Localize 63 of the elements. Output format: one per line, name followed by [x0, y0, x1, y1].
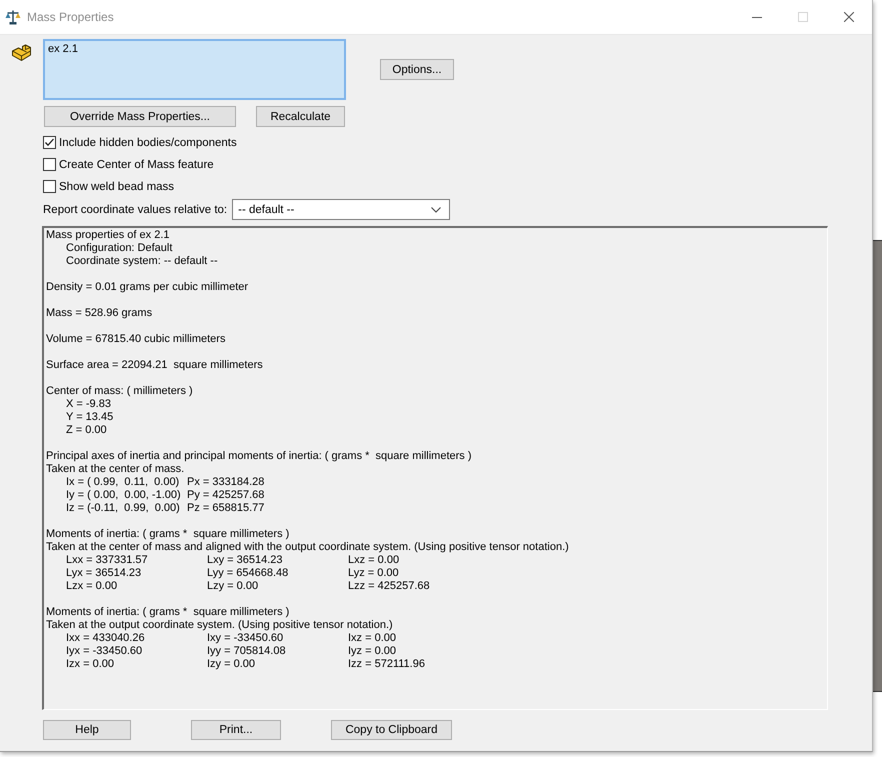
checkbox-label[interactable]: Show weld bead mass: [59, 180, 174, 192]
report-value: Izz = 572111.96: [348, 658, 425, 670]
options-button[interactable]: Options...: [380, 59, 454, 80]
report-value: Lxx = 337331.57: [66, 554, 148, 566]
maximize-icon: [798, 12, 808, 22]
selection-list-box[interactable]: ex 2.1: [43, 39, 346, 100]
report-line: Taken at the center of mass and aligned with the output coordinate system. (Using positive tensor notation.): [46, 541, 569, 554]
report-line: Center of mass: ( millimeters ): [46, 385, 193, 398]
report-line: Mass properties of ex 2.1: [46, 229, 170, 242]
report-line: Density = 0.01 grams per cubic millimeter: [46, 281, 248, 294]
report-value: Iyy = 705814.08: [207, 645, 286, 657]
block-icon: [12, 44, 31, 62]
checkbox[interactable]: [43, 136, 56, 149]
report-line: Z = 0.00: [66, 424, 107, 437]
report-value: Lyz = 0.00: [348, 567, 399, 579]
report-value: Px = 333184.28: [187, 476, 264, 488]
coordinate-dropdown[interactable]: -- default --: [232, 199, 450, 220]
report-value: Lzz = 425257.68: [348, 580, 430, 592]
report-line: Volume = 67815.40 cubic millimeters: [46, 333, 226, 346]
recalculate-button[interactable]: Recalculate: [256, 106, 345, 127]
print-button[interactable]: Print...: [191, 720, 281, 740]
report-value: Iyz = 0.00: [348, 645, 396, 657]
report-line: Coordinate system: -- default --: [66, 255, 218, 268]
report-line: Moments of inertia: ( grams * square millimeters ): [46, 528, 290, 541]
override-mass-properties-button[interactable]: Override Mass Properties...: [44, 106, 236, 127]
report-line: Taken at the output coordinate system. (Using positive tensor notation.): [46, 619, 393, 632]
report-value: Iyx = -33450.60: [66, 645, 142, 657]
report-line: Taken at the center of mass.: [46, 463, 184, 476]
report-line: Surface area = 22094.21 square millimeters: [46, 359, 263, 372]
report-value: Iy = ( 0.00, 0.00, -1.00): [66, 489, 181, 501]
report-value: Ix = ( 0.99, 0.11, 0.00): [66, 476, 180, 488]
report-line: Moments of inertia: ( grams * square millimeters ): [46, 606, 290, 619]
checkbox[interactable]: [43, 180, 56, 193]
report-value: Ixx = 433040.26: [66, 632, 145, 644]
balance-scale-icon: [5, 9, 21, 25]
report-value: Py = 425257.68: [187, 489, 264, 501]
window-title: Mass Properties: [27, 10, 114, 24]
close-icon: [844, 12, 854, 22]
report-line: Y = 13.45: [66, 411, 114, 424]
dropdown-label: Report coordinate values relative to:: [43, 204, 228, 216]
report-value: Lyy = 654668.48: [207, 567, 288, 579]
report-value: Izy = 0.00: [207, 658, 256, 670]
report-value: Lxy = 36514.23: [207, 554, 283, 566]
report-line: Principal axes of inertia and principal moments of inertia: ( grams * square millimeters ): [46, 450, 472, 463]
report-value: Lyx = 36514.23: [66, 567, 142, 579]
list-item[interactable]: ex 2.1: [48, 43, 78, 55]
chevron-down-icon: [431, 206, 442, 212]
report-value: Lxz = 0.00: [348, 554, 400, 566]
report-value: Ixy = -33450.60: [207, 632, 284, 644]
help-button[interactable]: Help: [43, 720, 131, 740]
report-value: Ixz = 0.00: [348, 632, 396, 644]
checkbox[interactable]: [43, 158, 56, 171]
report-value: Pz = 658815.77: [187, 502, 264, 514]
report-value: Lzy = 0.00: [207, 580, 258, 592]
report-value: Izx = 0.00: [66, 658, 114, 670]
checkbox-label[interactable]: Include hidden bodies/components: [59, 136, 237, 148]
report-value: Iz = (-0.11, 0.99, 0.00): [66, 502, 180, 514]
checkbox-label[interactable]: Create Center of Mass feature: [59, 158, 214, 170]
report-line: X = -9.83: [66, 398, 111, 411]
report-line: Configuration: Default: [66, 242, 172, 255]
copy-to-clipboard-button[interactable]: Copy to Clipboard: [331, 720, 452, 740]
report-line: Mass = 528.96 grams: [46, 307, 152, 320]
report-value: Lzx = 0.00: [66, 580, 118, 592]
